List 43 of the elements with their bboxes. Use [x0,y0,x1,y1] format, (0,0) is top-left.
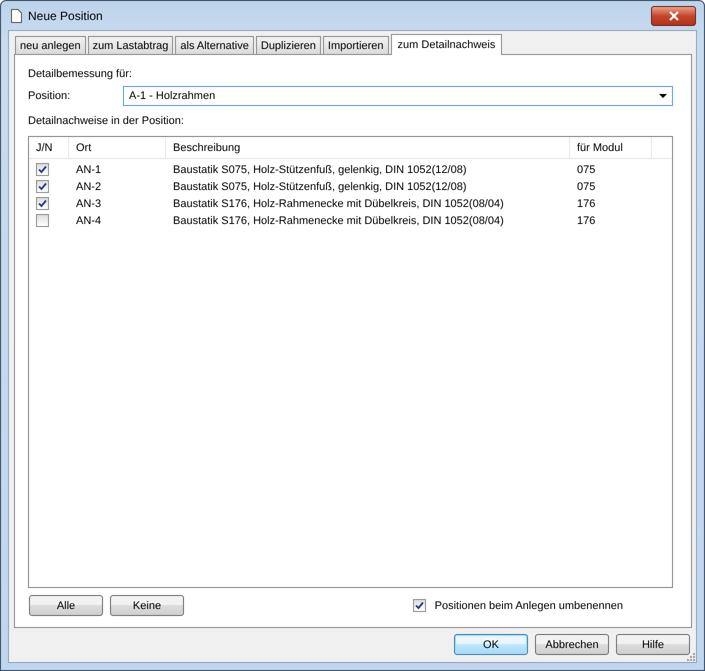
tab[interactable]: als Alternative [175,36,254,54]
dialog-button[interactable]: Abbrechen [535,634,609,655]
field-label: Position: [28,90,72,102]
close-icon [668,10,680,20]
table-cell-text: Baustatik S176, Holz-Rahmenecke mit Dübelkreis, DIN 1052(08/04) [172,214,505,226]
table-cell-text: 176 [576,214,596,226]
resize-grip-icon [685,651,695,661]
table-cell-text: Baustatik S075, Holz-Stützenfuß, gelenkig, DIN 1052(12/08) [172,180,468,192]
select-button[interactable]: Keine [110,595,184,616]
table-cell-text: Baustatik S075, Holz-Stützenfuß, gelenkig, DIN 1052(12/08) [172,164,468,176]
position-dropdown[interactable]: A-1 - Holzrahmen [123,86,673,106]
checkbox[interactable] [36,180,49,193]
column-header[interactable]: für Modul [570,137,652,158]
close-button[interactable] [651,6,696,26]
table-cell-text: 075 [576,164,596,176]
select-button[interactable]: Alle [29,595,103,616]
section-label: Detailbemessung für: [28,68,133,80]
tab[interactable]: zum Detailnachweis [390,34,502,55]
checkbox[interactable] [36,214,49,227]
checkbox-label: Positionen beim Anlegen umbenennen [434,600,623,612]
dialog-button[interactable]: OK [454,634,528,655]
column-header[interactable]: J/N [29,137,69,158]
table-cell-text: AN-4 [75,214,102,226]
tab[interactable]: neu anlegen [15,36,86,54]
dialog-button[interactable]: Hilfe [616,634,690,655]
document-icon [11,8,22,22]
table-cell-text: AN-1 [75,164,102,176]
dropdown-arrow-icon [659,94,667,98]
table-cell-text: 075 [576,180,596,192]
tab[interactable]: zum Lastabtrag [88,36,174,54]
column-header[interactable]: Beschreibung [166,137,570,158]
checkbox[interactable] [36,163,49,176]
list-label: Detailnachweise in der Position: [28,115,185,127]
tab[interactable]: Importieren [322,36,389,54]
table-cell-text: AN-3 [75,198,102,210]
checkbox[interactable] [36,197,49,210]
table-cell-text: 176 [576,198,596,210]
window-title: Neue Position [28,8,104,22]
checkbox[interactable] [412,599,426,612]
table-cell-text: AN-2 [75,180,102,192]
table-cell-text: Baustatik S176, Holz-Rahmenecke mit Dübelkreis, DIN 1052(08/04) [172,198,505,210]
tab[interactable]: Duplizieren [256,36,321,54]
column-header[interactable]: Ort [69,137,166,158]
